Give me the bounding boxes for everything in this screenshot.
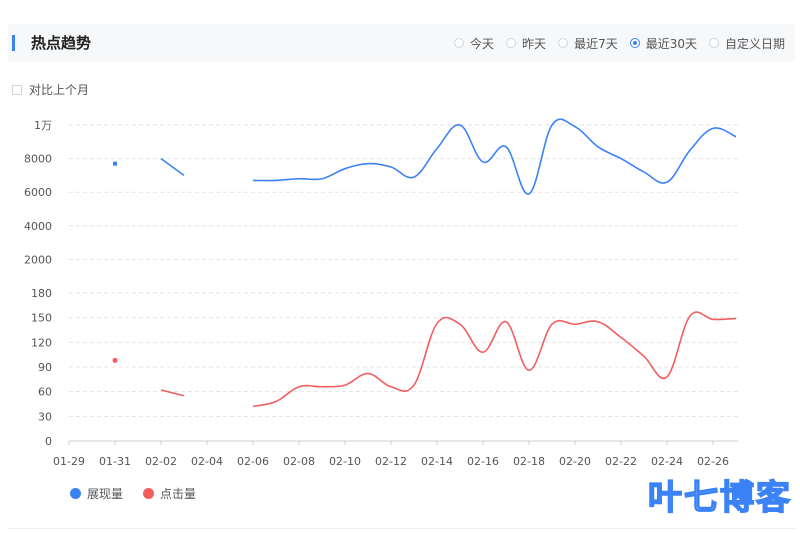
legend-impressions-dot (70, 488, 81, 499)
x-tick-label: 02-04 (191, 455, 223, 468)
y-tick-label: 150 (31, 312, 52, 325)
watermark-logo: 叶七博客 (647, 477, 792, 519)
x-tick-label: 02-14 (421, 455, 453, 468)
y-tick-label: 180 (31, 287, 52, 300)
x-tick-label: 02-22 (605, 455, 637, 468)
x-tick-label: 02-26 (697, 455, 729, 468)
x-tick-label: 02-16 (467, 455, 499, 468)
legend-item-impressions[interactable]: 展现量 (70, 485, 123, 502)
trend-chart: 1万 8000 6000 4000 2000 180 150 120 90 60 30 001-29 0… (24, 118, 738, 468)
x-tick-label: 02-18 (513, 455, 545, 468)
y-tick-label: 6000 (24, 186, 52, 199)
y-tick-label: 0 (45, 435, 52, 448)
x-tick-label: 01-31 (99, 455, 131, 468)
y-tick-label: 90 (38, 361, 52, 374)
y-tick-label: 30 (38, 410, 52, 423)
series-line (160, 157, 185, 177)
x-tick-label: 02-20 (559, 455, 591, 468)
y-tick-label: 120 (31, 336, 52, 349)
data-point (112, 357, 118, 363)
series-line (252, 311, 737, 408)
y-tick-label: 4000 (24, 220, 52, 233)
data-point (113, 161, 117, 166)
legend-clicks-dot (143, 488, 155, 499)
chart-legend: 展现量 点击量 (70, 485, 216, 502)
x-tick-label: 02-08 (283, 455, 315, 468)
x-tick-label: 02-06 (237, 455, 269, 468)
y-tick-label: 1万 (34, 119, 52, 132)
x-tick-label: 02-24 (651, 455, 683, 468)
bottom-divider (8, 528, 795, 529)
x-tick-label: 02-02 (145, 455, 177, 468)
legend-clicks-label: 点击量 (160, 487, 197, 501)
series-line (160, 389, 185, 397)
legend-impressions-label: 展现量 (87, 487, 124, 501)
x-tick-label: 01-29 (53, 455, 85, 468)
y-tick-label: 8000 (24, 153, 52, 166)
y-tick-label: 60 (38, 386, 52, 399)
legend-item-clicks[interactable]: 点击量 (143, 485, 196, 502)
series-line (252, 118, 737, 195)
y-tick-label: 2000 (24, 253, 52, 266)
x-tick-label: 02-10 (329, 455, 361, 468)
x-tick-label: 02-12 (375, 455, 407, 468)
